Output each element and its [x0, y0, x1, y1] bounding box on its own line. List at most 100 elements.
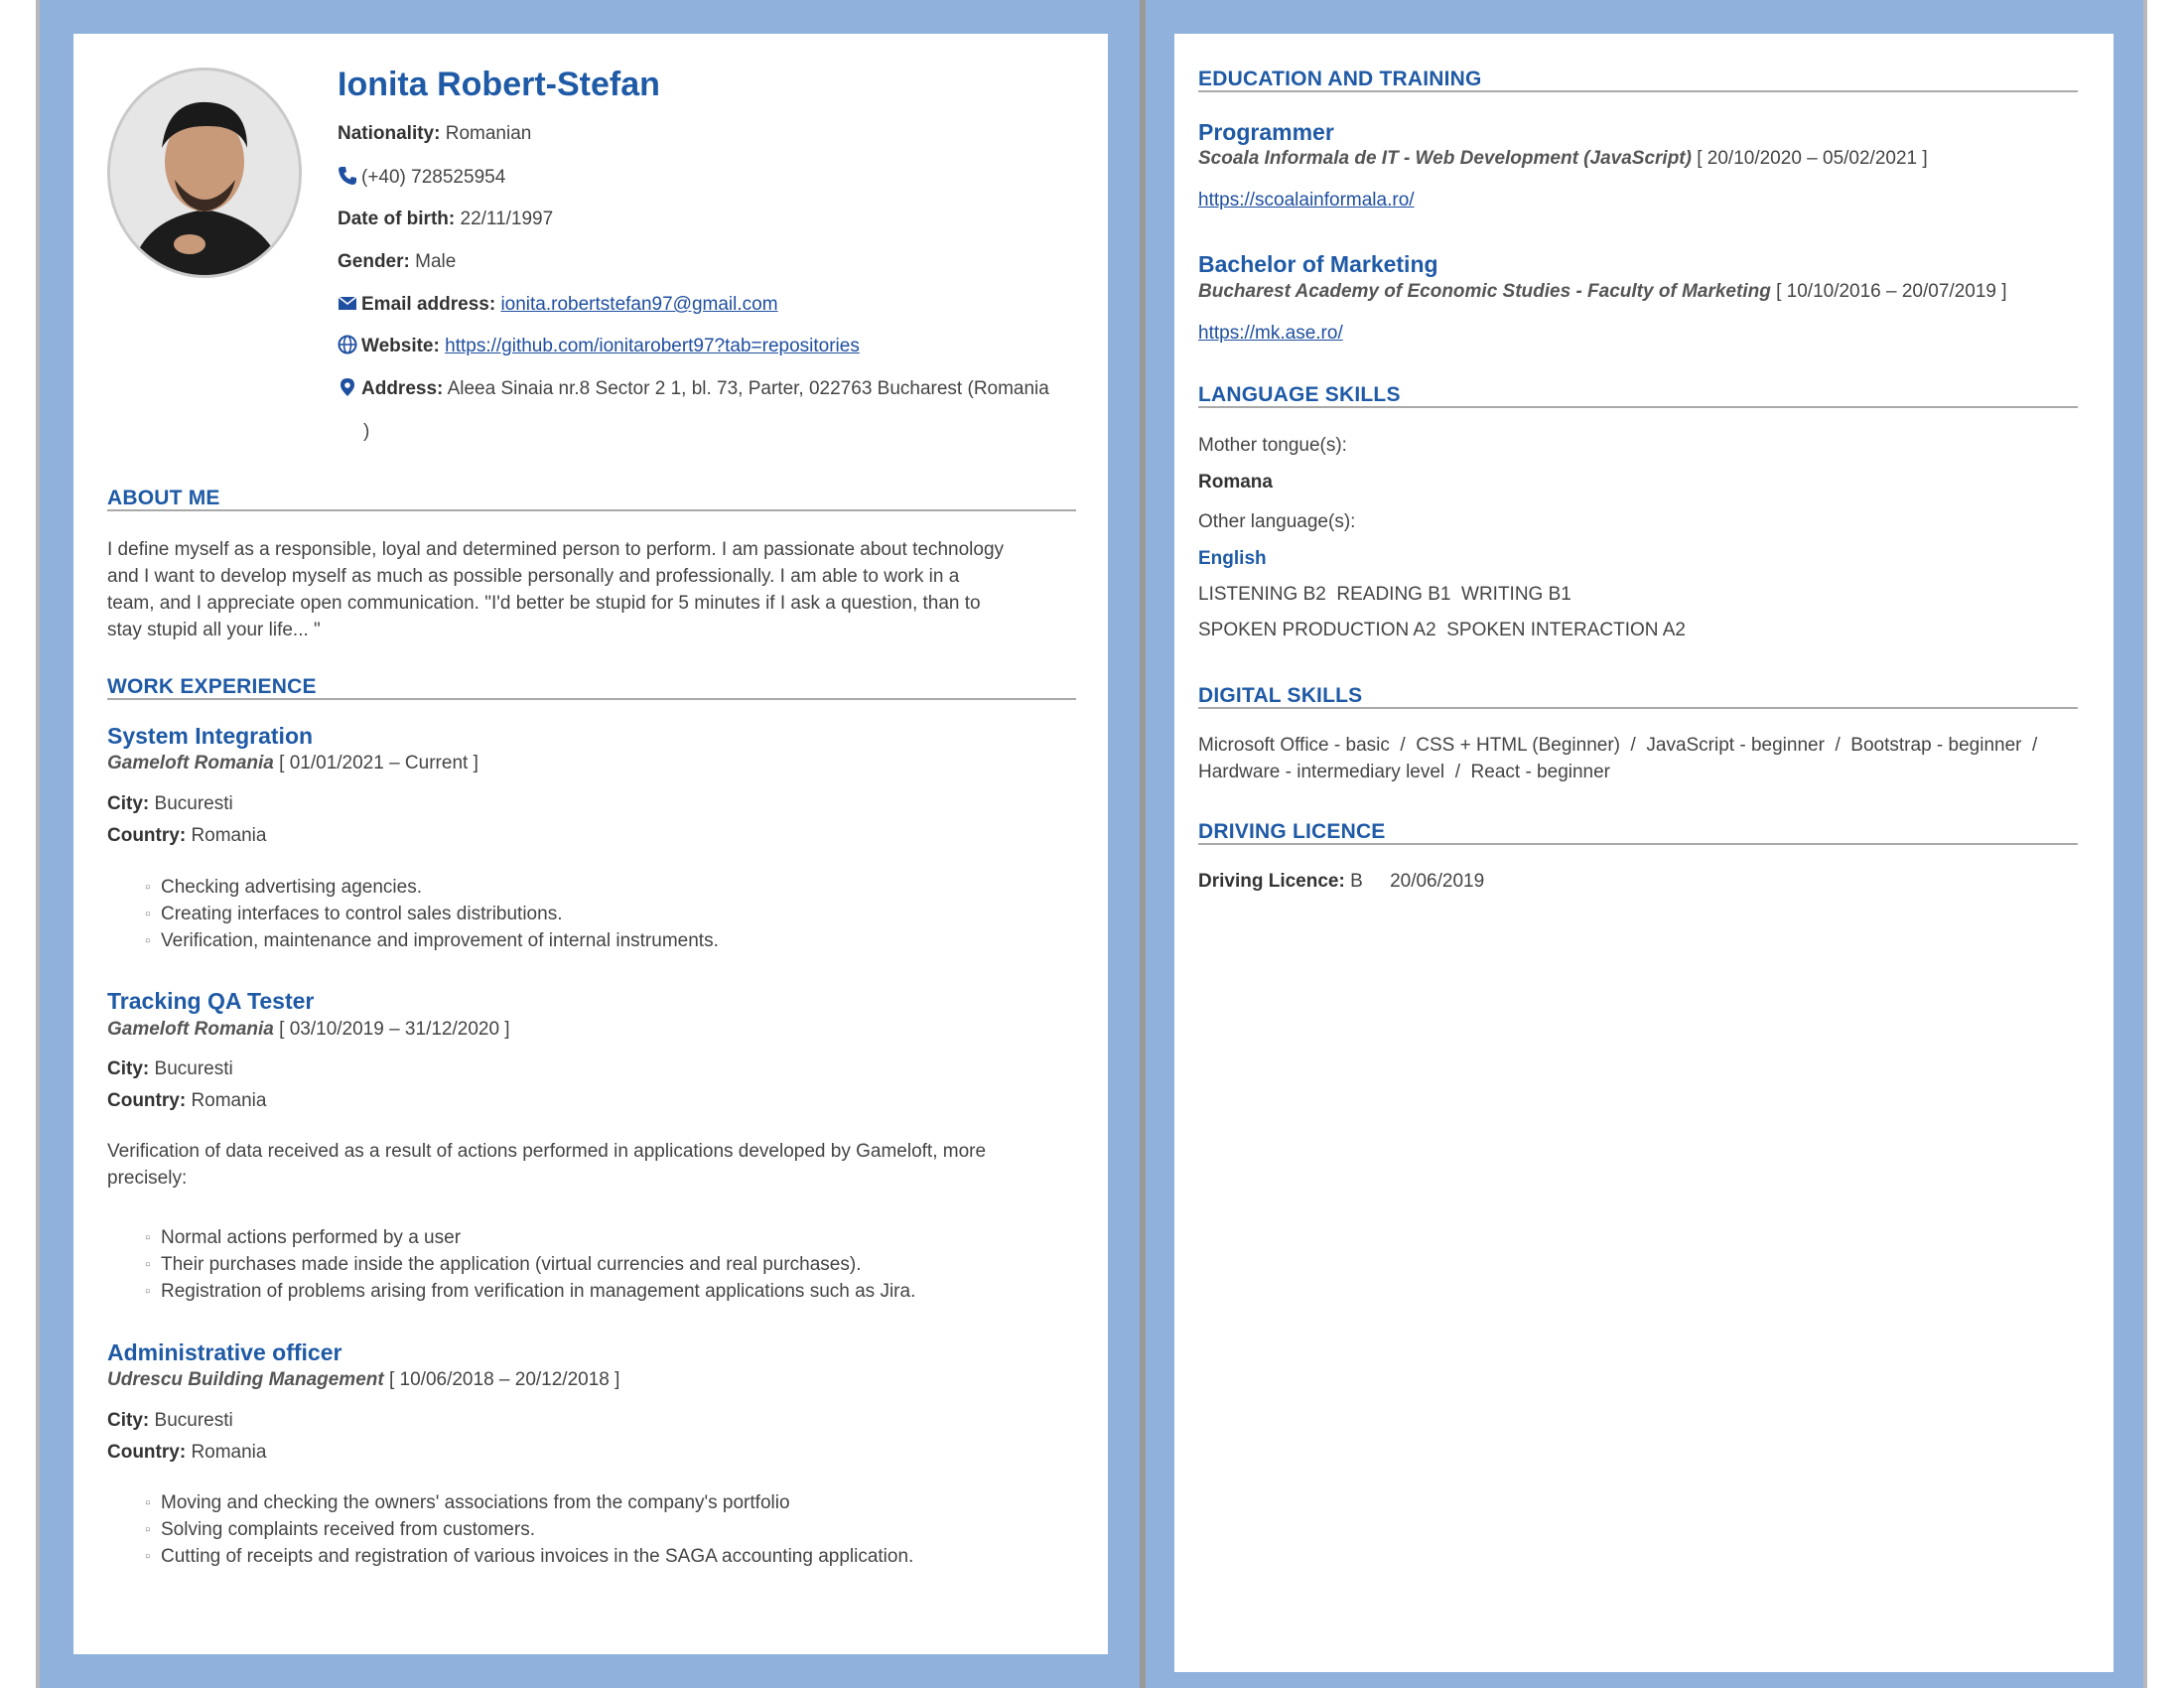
- right-frame-tab-top: [1146, 34, 1174, 137]
- digital-divider: [1198, 707, 2078, 709]
- city-label: City:: [107, 793, 150, 814]
- address-value: Aleea Sinaia nr.8 Sector 2 1, bl. 73, Pa…: [447, 378, 1049, 399]
- job-duties: Normal actions performed by a user Their…: [145, 1224, 915, 1305]
- language-section-title: LANGUAGE SKILLS: [1198, 383, 1401, 406]
- driving-licence-label: Driving Licence:: [1198, 871, 1345, 892]
- envelope-icon: [338, 293, 357, 313]
- about-divider: [107, 509, 1076, 511]
- education-title: Programmer: [1198, 119, 1334, 145]
- job-company: Gameloft Romania: [107, 1019, 274, 1040]
- job-country: Country: Romania: [107, 825, 266, 847]
- nationality-label: Nationality:: [338, 123, 441, 144]
- job-country: Country: Romania: [107, 1090, 266, 1112]
- digital-skills-line: Hardware - intermediary level / React - …: [1198, 762, 1611, 782]
- website-row: Website: https://github.com/ionitarobert…: [338, 335, 860, 357]
- job-company-dates: Udrescu Building Management [ 10/06/2018…: [107, 1369, 619, 1391]
- job-title: Administrative officer: [107, 1339, 342, 1365]
- right-frame-tab-top-right: [2114, 34, 2143, 137]
- left-frame-tab-top-right: [1108, 34, 1138, 137]
- left-frame-tab-top: [44, 34, 73, 137]
- phone-row: (+40) 728525954: [338, 166, 505, 189]
- avatar: [110, 70, 299, 275]
- digital-skills-line: Microsoft Office - basic / CSS + HTML (B…: [1198, 735, 2038, 756]
- education-institution: Scoala Informala de IT - Web Development…: [1198, 148, 1692, 169]
- education-institution: Bucharest Academy of Economic Studies - …: [1198, 281, 1771, 302]
- about-text: I define myself as a responsible, loyal …: [107, 536, 1004, 643]
- other-language-value: English: [1198, 548, 1267, 569]
- city-value: Bucuresti: [154, 793, 233, 814]
- email-link[interactable]: ionita.robertstefan97@gmail.com: [500, 294, 777, 315]
- about-line: stay stupid all your life... ": [107, 620, 321, 640]
- country-label: Country:: [107, 1090, 187, 1111]
- description-line: precisely:: [107, 1168, 188, 1189]
- driving-licence-category: B: [1350, 871, 1363, 892]
- job-country: Country: Romania: [107, 1442, 266, 1464]
- city-label: City:: [107, 1410, 150, 1431]
- address-label: Address:: [361, 378, 444, 399]
- education-link[interactable]: https://mk.ase.ro/: [1198, 323, 1343, 345]
- mother-tongue-label: Mother tongue(s):: [1198, 435, 1347, 456]
- education-link[interactable]: https://scoalainformala.ro/: [1198, 190, 1415, 211]
- other-language-label: Other language(s):: [1198, 511, 1356, 532]
- driving-section-title: DRIVING LICENCE: [1198, 820, 1386, 843]
- list-item: Checking advertising agencies.: [145, 874, 719, 901]
- nationality-value: Romanian: [445, 123, 532, 144]
- website-link[interactable]: https://github.com/ionitarobert97?tab=re…: [445, 336, 860, 356]
- map-pin-icon: [338, 377, 357, 397]
- work-section-title: WORK EXPERIENCE: [107, 675, 317, 698]
- profile-photo: [107, 68, 302, 278]
- job-city: City: Bucuresti: [107, 1410, 233, 1432]
- work-divider: [107, 698, 1076, 700]
- education-dates: [ 10/10/2016 – 20/07/2019 ]: [1776, 281, 2007, 302]
- country-value: Romania: [191, 825, 267, 846]
- education-section-title: EDUCATION AND TRAINING: [1198, 68, 1482, 90]
- education-title: Bachelor of Marketing: [1198, 251, 1438, 277]
- description-line: Verification of data received as a resul…: [107, 1141, 987, 1162]
- job-city: City: Bucuresti: [107, 1058, 233, 1080]
- digital-section-title: DIGITAL SKILLS: [1198, 684, 1363, 707]
- about-line: and I want to develop myself as much as …: [107, 566, 960, 587]
- globe-icon: [338, 335, 357, 354]
- list-item: Their purchases made inside the applicat…: [145, 1251, 915, 1278]
- job-company-dates: Gameloft Romania [ 01/01/2021 – Current …: [107, 753, 478, 774]
- job-city: City: Bucuresti: [107, 793, 233, 815]
- job-company: Udrescu Building Management: [107, 1369, 384, 1390]
- education-institution-dates: Bucharest Academy of Economic Studies - …: [1198, 281, 2007, 303]
- dob-row: Date of birth: 22/11/1997: [338, 209, 553, 230]
- list-item: Cutting of receipts and registration of …: [145, 1543, 913, 1570]
- job-duties: Checking advertising agencies. Creating …: [145, 874, 719, 954]
- right-page-edge: [2143, 0, 2147, 1688]
- city-value: Bucuresti: [154, 1058, 233, 1079]
- list-item: Moving and checking the owners' associat…: [145, 1489, 913, 1516]
- country-value: Romania: [191, 1442, 267, 1463]
- city-value: Bucuresti: [154, 1410, 233, 1431]
- gender-label: Gender:: [338, 251, 410, 272]
- job-duties: Moving and checking the owners' associat…: [145, 1489, 913, 1570]
- dob-label: Date of birth:: [338, 209, 456, 229]
- right-page: [1174, 34, 2114, 1672]
- job-dates: [ 01/01/2021 – Current ]: [279, 753, 478, 774]
- language-levels-line: LISTENING B2 READING B1 WRITING B1: [1198, 584, 1571, 605]
- country-label: Country:: [107, 1442, 187, 1463]
- right-frame-tab-bottom-right: [2114, 1569, 2143, 1672]
- phone-value: (+40) 728525954: [361, 167, 506, 188]
- driving-licence-row: Driving Licence: B 20/06/2019: [1198, 871, 1484, 893]
- job-company-dates: Gameloft Romania [ 03/10/2019 – 31/12/20…: [107, 1019, 510, 1041]
- about-line: team, and I appreciate open communicatio…: [107, 593, 981, 614]
- education-dates: [ 20/10/2020 – 05/02/2021 ]: [1697, 148, 1928, 169]
- address-continuation: ): [363, 421, 370, 442]
- phone-icon: [338, 166, 357, 186]
- gender-value: Male: [415, 251, 457, 272]
- about-line: I define myself as a responsible, loyal …: [107, 539, 1005, 560]
- list-item: Creating interfaces to control sales dis…: [145, 901, 719, 927]
- right-frame-tab-bottom: [1146, 1569, 1174, 1672]
- job-title: System Integration: [107, 723, 314, 749]
- list-item: Normal actions performed by a user: [145, 1224, 915, 1251]
- email-row: Email address: ionita.robertstefan97@gma…: [338, 293, 778, 316]
- gender-row: Gender: Male: [338, 251, 456, 273]
- driving-divider: [1198, 843, 2078, 845]
- left-frame-tab-bottom: [44, 1555, 73, 1654]
- country-label: Country:: [107, 825, 187, 846]
- candidate-name: Ionita Robert-Stefan: [338, 66, 660, 103]
- driving-licence-date: 20/06/2019: [1390, 871, 1485, 892]
